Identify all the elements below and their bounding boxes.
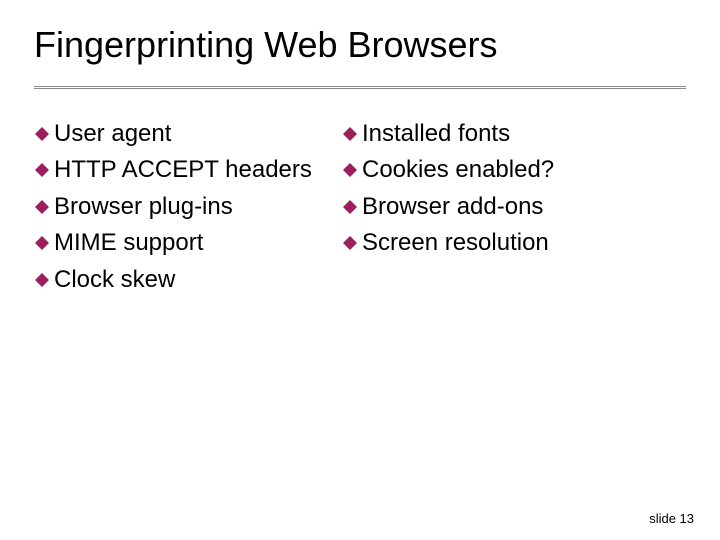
list-item: Screen resolution: [342, 227, 662, 259]
list-item-text: Installed fonts: [362, 118, 510, 150]
diamond-bullet-icon: [34, 126, 50, 142]
diamond-bullet-icon: [34, 199, 50, 215]
list-item-text: Browser add-ons: [362, 191, 543, 223]
slide-number: slide 13: [649, 511, 694, 526]
diamond-bullet-icon: [342, 126, 358, 142]
list-item-text: HTTP ACCEPT headers: [54, 154, 312, 186]
list-item: Clock skew: [34, 264, 314, 296]
list-item: Browser add-ons: [342, 191, 662, 223]
list-item: Browser plug-ins: [34, 191, 314, 223]
list-item-text: Cookies enabled?: [362, 154, 554, 186]
slide-title: Fingerprinting Web Browsers: [34, 24, 498, 66]
list-item-text: User agent: [54, 118, 171, 150]
list-item: MIME support: [34, 227, 314, 259]
content-columns: User agent HTTP ACCEPT headers Browser p…: [34, 118, 686, 300]
title-divider: [34, 86, 686, 89]
list-item: Cookies enabled?: [342, 154, 662, 186]
list-item-text: Screen resolution: [362, 227, 549, 259]
list-item-text: Clock skew: [54, 264, 175, 296]
diamond-bullet-icon: [342, 235, 358, 251]
left-column: User agent HTTP ACCEPT headers Browser p…: [34, 118, 314, 300]
right-column: Installed fonts Cookies enabled? Browser…: [342, 118, 662, 300]
diamond-bullet-icon: [34, 272, 50, 288]
list-item-text: MIME support: [54, 227, 203, 259]
diamond-bullet-icon: [34, 162, 50, 178]
diamond-bullet-icon: [342, 199, 358, 215]
slide: Fingerprinting Web Browsers User agent H…: [0, 0, 720, 540]
list-item: HTTP ACCEPT headers: [34, 154, 314, 186]
list-item: Installed fonts: [342, 118, 662, 150]
list-item-text: Browser plug-ins: [54, 191, 233, 223]
diamond-bullet-icon: [342, 162, 358, 178]
list-item: User agent: [34, 118, 314, 150]
diamond-bullet-icon: [34, 235, 50, 251]
